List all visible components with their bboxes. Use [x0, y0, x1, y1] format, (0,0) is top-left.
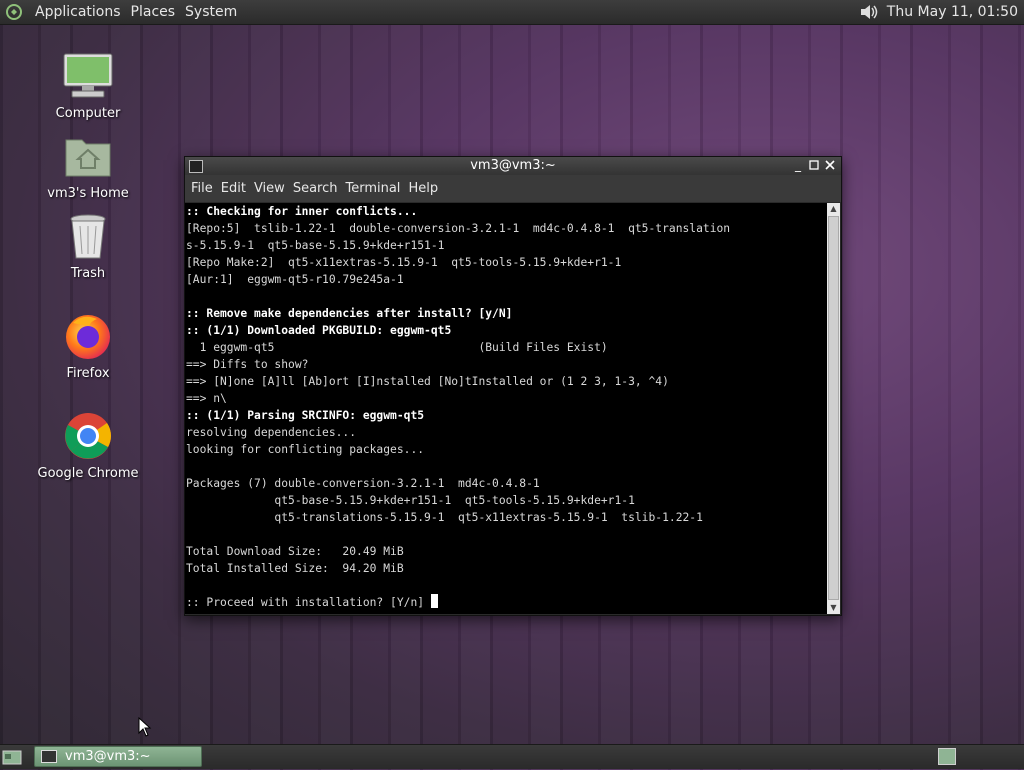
terminal-line: looking for conflicting packages...: [186, 443, 425, 456]
show-desktop-icon[interactable]: [2, 748, 22, 766]
terminal-line: :: Proceed with installation? [Y/n]: [186, 596, 431, 609]
menu-system[interactable]: System: [180, 0, 242, 24]
terminal-line: Total Installed Size: 94.20 MiB: [186, 562, 404, 575]
terminal-text: :: Checking for inner conflicts... [Repo…: [185, 203, 827, 611]
terminal-line: 1 eggwm-qt5 (Build Files Exist): [186, 341, 608, 354]
mouse-pointer-icon: [138, 716, 152, 737]
terminal-line: [Repo:5] tslib-1.22-1 double-conversion-…: [186, 222, 731, 235]
firefox-icon: [60, 308, 116, 364]
terminal-line: ==> [N]one [A]ll [Ab]ort [I]nstalled [No…: [186, 375, 669, 388]
terminal-line: qt5-base-5.15.9+kde+r151-1 qt5-tools-5.1…: [186, 494, 635, 507]
desktop-icon-label: Trash: [70, 266, 106, 281]
terminal-line: qt5-translations-5.15.9-1 qt5-x11extras-…: [186, 511, 703, 524]
terminal-task-icon: [41, 750, 57, 763]
clock[interactable]: Thu May 11, 01:50: [887, 4, 1018, 20]
desktop-icon-label: vm3's Home: [47, 186, 129, 201]
menu-terminal[interactable]: Terminal: [341, 181, 404, 196]
desktop-icon-label: Firefox: [66, 366, 110, 381]
terminal-menubar: File Edit View Search Terminal Help: [185, 175, 841, 202]
home-folder-icon: [60, 128, 116, 184]
close-icon[interactable]: [823, 158, 837, 173]
chrome-icon: [60, 408, 116, 464]
window-title: vm3@vm3:~: [470, 158, 556, 173]
terminal-line: :: Checking for inner conflicts...: [186, 205, 418, 218]
menu-places[interactable]: Places: [126, 0, 181, 24]
terminal-line: :: Remove make dependencies after instal…: [186, 307, 513, 320]
trash-icon: [60, 208, 116, 264]
desktop-icon-trash[interactable]: Trash: [33, 208, 143, 281]
window-titlebar[interactable]: vm3@vm3:~ _: [185, 157, 841, 175]
computer-icon: [60, 48, 116, 104]
menu-file[interactable]: File: [187, 181, 217, 196]
terminal-window[interactable]: vm3@vm3:~ _ File Edit View Search Termin…: [184, 156, 842, 616]
terminal-line: Packages (7) double-conversion-3.2.1-1 m…: [186, 477, 540, 490]
terminal-line: resolving dependencies...: [186, 426, 357, 439]
desktop-icon-firefox[interactable]: Firefox: [33, 308, 143, 381]
terminal-scrollbar[interactable]: ▲ ▼: [827, 203, 840, 614]
terminal-line: ==> n\: [186, 392, 227, 405]
desktop-icon-home[interactable]: vm3's Home: [33, 128, 143, 201]
bottom-panel: vm3@vm3:~: [0, 744, 1024, 769]
desktop-icon-chrome[interactable]: Google Chrome: [33, 408, 143, 481]
menu-search[interactable]: Search: [289, 181, 342, 196]
terminal-line: [Aur:1] eggwm-qt5-r10.79e245a-1: [186, 273, 404, 286]
terminal-line: Total Download Size: 20.49 MiB: [186, 545, 404, 558]
desktop-icon-computer[interactable]: Computer: [33, 48, 143, 121]
scroll-up-icon[interactable]: ▲: [827, 203, 840, 215]
maximize-icon[interactable]: [807, 158, 821, 173]
scroll-down-icon[interactable]: ▼: [827, 602, 840, 614]
menu-edit[interactable]: Edit: [217, 181, 250, 196]
menu-help[interactable]: Help: [404, 181, 442, 196]
taskbar-terminal-button[interactable]: vm3@vm3:~: [34, 746, 202, 767]
top-panel: Applications Places System Thu May 11, 0…: [0, 0, 1024, 25]
menu-applications[interactable]: Applications: [30, 0, 126, 24]
terminal-cursor: [430, 594, 438, 608]
terminal-output[interactable]: :: Checking for inner conflicts... [Repo…: [185, 203, 827, 614]
menu-view[interactable]: View: [250, 181, 289, 196]
volume-icon[interactable]: [857, 1, 883, 23]
taskbar-label: vm3@vm3:~: [65, 749, 151, 764]
terminal-line: :: (1/1) Parsing SRCINFO: eggwm-qt5: [186, 409, 425, 422]
minimize-icon[interactable]: _: [791, 158, 805, 173]
terminal-line: [Repo Make:2] qt5-x11extras-5.15.9-1 qt5…: [186, 256, 622, 269]
desktop-icon-label: Computer: [55, 106, 121, 121]
desktop-icon-label: Google Chrome: [37, 466, 139, 481]
scrollbar-thumb[interactable]: [828, 216, 839, 600]
distro-logo-icon[interactable]: [3, 1, 25, 23]
workspace-switcher[interactable]: [938, 748, 956, 765]
terminal-line: s-5.15.9-1 qt5-base-5.15.9+kde+r151-1: [186, 239, 445, 252]
terminal-line: :: (1/1) Downloaded PKGBUILD: eggwm-qt5: [186, 324, 452, 337]
terminal-line: ==> Diffs to show?: [186, 358, 309, 371]
